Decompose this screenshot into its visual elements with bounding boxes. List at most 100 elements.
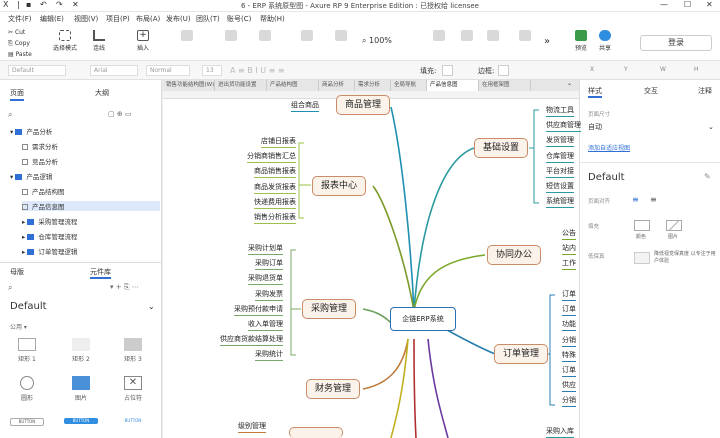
page-actions-icons[interactable]: ▢ ⊕ ▭: [108, 110, 132, 118]
leaf-purchase_leaves[interactable]: 采购统计: [255, 349, 283, 362]
node-order[interactable]: 订单管理: [494, 344, 548, 364]
menu-view[interactable]: 视图(V): [74, 14, 98, 24]
leaf-order_leaves[interactable]: 订单: [562, 304, 576, 317]
size-select[interactable]: 13: [202, 65, 222, 76]
library-search-icon[interactable]: ⌕: [8, 283, 12, 293]
leaf-basic_leaves[interactable]: 物流工具: [546, 105, 574, 117]
leaf-report_leaves[interactable]: 销售分析报表: [254, 212, 296, 224]
widget-button-2[interactable]: BUTTON: [64, 418, 98, 424]
menu-team[interactable]: 团队(T): [196, 14, 220, 24]
leaf-collab_leaves[interactable]: 公告: [562, 228, 576, 240]
zoom-control[interactable]: ⌕ 100%: [362, 36, 392, 46]
tab-overflow-icon[interactable]: ⌄: [567, 80, 572, 87]
minimize-icon[interactable]: —: [660, 0, 668, 9]
tree-folder[interactable]: ▸ 采购管理流程: [22, 216, 77, 226]
doc-tab-4[interactable]: 商品分析: [319, 80, 355, 91]
leaf-collab_leaves[interactable]: 工作: [562, 258, 576, 270]
low-fi-toggle[interactable]: [634, 252, 650, 264]
image-swatch[interactable]: [666, 220, 682, 231]
library-actions-icons[interactable]: ▾ + ⎘ ⋯: [110, 283, 139, 292]
leaf-purchase_leaves[interactable]: 采购计划单: [248, 243, 283, 255]
select-mode-button[interactable]: 选择模式: [50, 30, 80, 52]
menu-help[interactable]: 帮助(H): [260, 14, 285, 24]
leaf-basic_leaves[interactable]: 短信设置: [546, 181, 574, 193]
doc-tab-5[interactable]: 需求分析: [355, 80, 391, 91]
widget-placeholder[interactable]: ✕ 占位符: [118, 376, 148, 402]
preview-button[interactable]: 预览: [570, 30, 592, 52]
connect-button[interactable]: 连线: [86, 30, 112, 52]
node-finance[interactable]: 财务管理: [306, 379, 360, 399]
tab-pages[interactable]: 页面: [10, 88, 24, 101]
widget-button-1[interactable]: BUTTON: [10, 418, 44, 426]
tab-interaction[interactable]: 交互: [644, 86, 658, 96]
weight-select[interactable]: Normal: [146, 65, 190, 76]
style-name[interactable]: Default: [588, 172, 625, 183]
node-partial-bottom[interactable]: [289, 427, 343, 438]
leaf-purchase_leaves[interactable]: 采购发票: [255, 289, 283, 301]
tab-masters[interactable]: 母版: [10, 267, 24, 277]
share-button[interactable]: 共享: [594, 30, 616, 52]
tree-page[interactable]: 需求分析: [22, 141, 58, 151]
leaf-basic_leaves[interactable]: 仓库管理: [546, 151, 574, 163]
maximize-icon[interactable]: ☐: [684, 0, 691, 9]
doc-tab-8[interactable]: 在用框架图: [479, 80, 531, 91]
node-basic[interactable]: 基础设置: [474, 138, 528, 158]
leaf-order_leaves[interactable]: 订单: [562, 289, 576, 301]
leaf-purchase_leaves[interactable]: 收入单管理: [248, 319, 283, 331]
cut-button[interactable]: ✂ Cut: [8, 29, 25, 36]
page-size-dropdown-icon[interactable]: ⌄: [708, 123, 714, 131]
close-icon[interactable]: ✕: [706, 0, 713, 9]
leaf-finance_leaves[interactable]: 级别管理: [238, 421, 266, 433]
color-swatch[interactable]: [634, 220, 650, 231]
node-report[interactable]: 报表中心: [312, 176, 366, 196]
library-section[interactable]: 公用 ▾: [10, 322, 27, 331]
widget-button-3[interactable]: BUTTON: [116, 418, 150, 424]
tree-page[interactable]: 竞品分析: [22, 156, 58, 166]
tab-libraries[interactable]: 元件库: [90, 267, 111, 279]
tree-page[interactable]: 产品信息图: [22, 201, 160, 211]
menu-file[interactable]: 文件(F): [8, 14, 32, 24]
leaf-basic_leaves[interactable]: 供应商管理: [546, 120, 581, 133]
menu-project[interactable]: 项目(P): [106, 14, 130, 24]
widget-rect-1[interactable]: 矩形 1: [12, 338, 42, 363]
leaf-order_leaves[interactable]: 供应: [562, 380, 576, 393]
add-adaptive-view-link[interactable]: 添加自适应视图: [588, 143, 630, 152]
leaf-purchase_leaves[interactable]: 采购退货单: [248, 273, 283, 286]
leaf-goods_leaves[interactable]: 组合商品: [291, 100, 319, 112]
page-size-select[interactable]: 自动: [588, 122, 714, 133]
copy-button[interactable]: ⎘ Copy: [8, 40, 30, 48]
leaf-basic_leaves[interactable]: 发货管理: [546, 135, 574, 148]
tab-style[interactable]: 样式: [588, 86, 602, 98]
leaf-order_leaves[interactable]: 分销: [562, 395, 576, 408]
leaf-purchase_leaves[interactable]: 采购预付款申请: [234, 304, 283, 316]
leaf-order_leaves[interactable]: 特殊: [562, 350, 576, 362]
font-select[interactable]: Arial: [90, 65, 138, 76]
align-left-icon[interactable]: ≡: [632, 195, 639, 204]
insert-button[interactable]: + 插入: [130, 30, 156, 52]
widget-rect-3[interactable]: 矩形 3: [118, 338, 148, 363]
login-button[interactable]: 登录: [640, 35, 712, 51]
widget-rect-2[interactable]: 矩形 2: [66, 338, 96, 363]
tree-folder[interactable]: ▾ 产品逻辑: [10, 171, 52, 181]
leaf-basic_leaves[interactable]: 平台对接: [546, 166, 574, 178]
leaf-report_leaves[interactable]: 快递费用报表: [254, 197, 296, 209]
leaf-purchase_leaves[interactable]: 供应商货款结算处理: [220, 334, 283, 347]
leaf-purchase_leaves[interactable]: 采购订单: [255, 258, 283, 271]
paste-button[interactable]: ▤ Paste: [8, 51, 32, 58]
edit-style-icon[interactable]: ✎: [704, 172, 711, 181]
tree-folder[interactable]: ▸ 订单管理逻辑: [22, 246, 77, 256]
leaf-order_leaves[interactable]: 功能: [562, 319, 576, 332]
tab-notes[interactable]: 注释: [698, 86, 712, 96]
menu-account[interactable]: 账号(C): [227, 14, 251, 24]
widget-image[interactable]: 图片: [66, 376, 96, 402]
menu-layout[interactable]: 布局(A): [136, 14, 160, 24]
doc-tab-2[interactable]: 进出货功能设置: [215, 80, 267, 91]
library-name[interactable]: Default: [10, 301, 47, 312]
node-collab[interactable]: 协同办公: [487, 245, 541, 265]
doc-tab-3[interactable]: 产品结构图: [267, 80, 319, 91]
node-goods[interactable]: 商品管理: [336, 95, 390, 115]
center-node[interactable]: 企链ERP系统: [390, 307, 456, 331]
node-purchase[interactable]: 采购管理: [302, 299, 356, 319]
doc-tab-active[interactable]: 产品信息图: [427, 80, 479, 91]
leaf-report_leaves[interactable]: 分销商销售汇总: [247, 151, 296, 164]
